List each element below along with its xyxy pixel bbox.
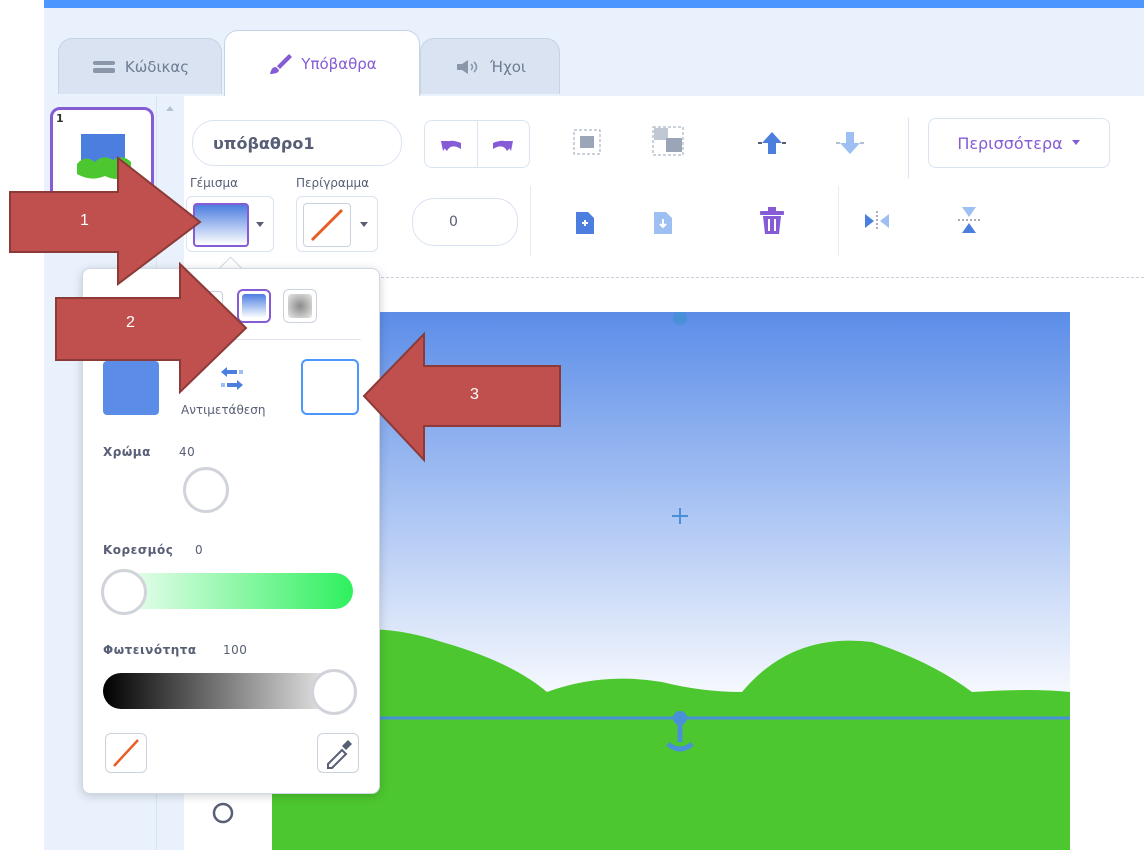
annotation-arrow-3 — [362, 332, 561, 463]
outline-color-button[interactable] — [296, 196, 378, 252]
speaker-icon — [457, 59, 478, 74]
redo-icon[interactable] — [489, 133, 515, 155]
undo-icon[interactable] — [439, 133, 465, 155]
trash-icon[interactable] — [758, 206, 786, 236]
color-label: Χρώμα — [103, 445, 151, 459]
forward-icon[interactable] — [758, 130, 786, 156]
tab-sounds-label: Ήχοι — [490, 57, 526, 76]
brightness-slider-knob[interactable] — [311, 669, 357, 715]
annotation-number-1: 1 — [80, 212, 89, 229]
group-icon[interactable] — [572, 128, 604, 158]
tab-code-label: Κώδικας — [124, 57, 190, 76]
brush-icon — [270, 53, 293, 74]
chevron-down-icon — [1071, 140, 1080, 145]
outline-width-value: 0 — [449, 214, 458, 230]
chevron-down-icon — [256, 222, 264, 227]
no-color-icon — [310, 208, 344, 242]
divider — [838, 186, 839, 256]
costume-name-value: υπόβαθρο1 — [213, 133, 315, 153]
divider — [908, 118, 909, 178]
outer-margin — [0, 0, 44, 850]
costume-name-field[interactable]: υπόβαθρο1 — [192, 120, 402, 166]
swap-label: Αντιμετάθεση — [181, 403, 266, 417]
hue-slider-knob[interactable] — [183, 467, 229, 513]
divider — [477, 121, 478, 167]
flip-vertical-icon[interactable] — [956, 204, 982, 236]
annotation-number-2: 2 — [126, 314, 135, 331]
eyedropper-icon — [327, 740, 352, 769]
no-color-icon — [113, 739, 139, 767]
divider — [530, 186, 531, 256]
annotation-arrow-2 — [55, 262, 248, 395]
ungroup-icon[interactable] — [652, 126, 686, 158]
saturation-slider-knob[interactable] — [101, 569, 147, 615]
saturation-label: Κορεσμός — [103, 543, 174, 557]
no-color-button[interactable] — [105, 733, 147, 773]
color-value: 40 — [179, 445, 196, 459]
flip-horizontal-icon[interactable] — [862, 208, 892, 234]
brightness-label: Φωτεινότητα — [103, 643, 197, 657]
annotation-number-3: 3 — [470, 386, 479, 403]
chevron-down-icon — [360, 222, 368, 227]
outline-label: Περίγραμμα — [296, 176, 369, 190]
menu-bar-edge — [44, 0, 1144, 8]
tab-code[interactable]: Κώδικας — [58, 38, 222, 94]
backward-icon[interactable] — [836, 130, 864, 156]
radial-gradient-swatch — [288, 294, 312, 318]
tab-sounds[interactable]: Ήχοι — [420, 38, 560, 94]
more-label: Περισσότερα — [957, 133, 1063, 153]
scroll-up-icon — [166, 106, 174, 111]
saturation-value: 0 — [195, 543, 204, 557]
paste-icon[interactable] — [650, 210, 676, 236]
circle-tool-icon[interactable] — [210, 800, 236, 826]
outline-swatch — [303, 203, 351, 247]
undo-redo-group — [424, 120, 530, 168]
backdrop-number: 1 — [56, 112, 64, 125]
outline-width-field[interactable]: 0 — [412, 198, 518, 246]
copy-icon[interactable] — [572, 210, 598, 236]
secondary-color-swatch[interactable] — [301, 359, 359, 415]
tab-backdrops-label: Υπόβαθρα — [301, 54, 377, 73]
brightness-value: 100 — [223, 643, 248, 657]
tab-backdrops[interactable]: Υπόβαθρα — [224, 30, 420, 96]
more-dropdown[interactable]: Περισσότερα — [928, 118, 1110, 168]
eyedropper-button[interactable] — [317, 733, 359, 773]
code-icon — [92, 60, 115, 73]
radial-gradient-option[interactable] — [283, 289, 317, 323]
